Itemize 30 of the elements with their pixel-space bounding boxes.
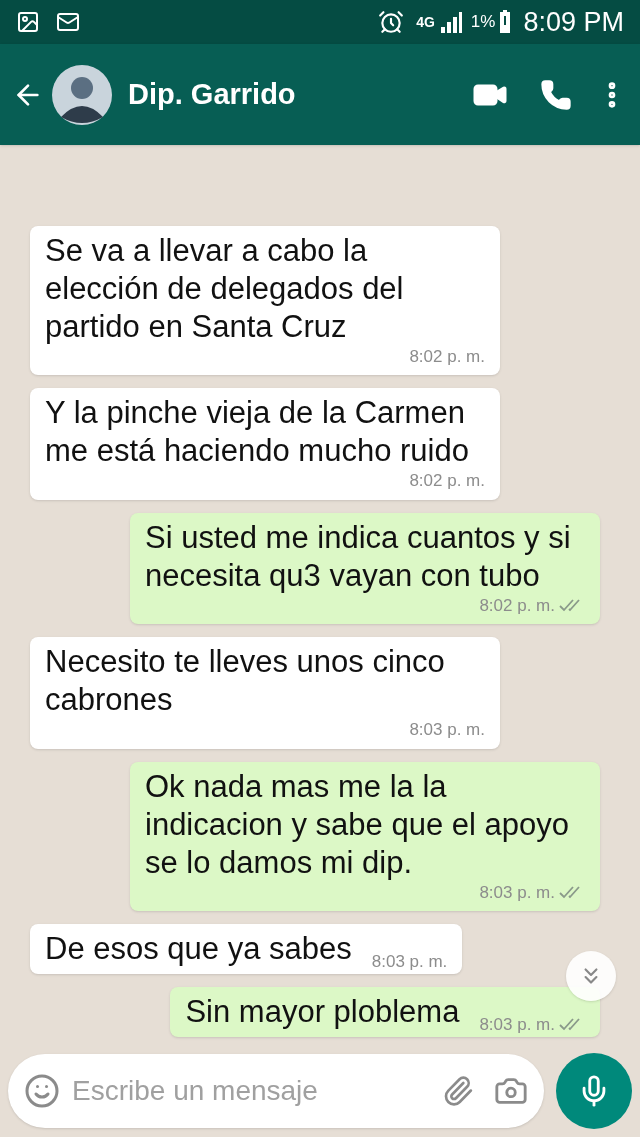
attach-icon[interactable] [442,1075,474,1107]
message-time: 8:02 p. m. [479,594,555,617]
message-text: Ok nada mas me la la indicacion y sabe que el apoyo se lo damos mi dip. [145,767,570,882]
contact-name[interactable]: Dip. Garrido [128,72,296,117]
message-time: 8:03 p. m. [409,719,485,741]
message-text: Si usted me indica cuantos y si necesita qu3 vayan con tubo [145,518,572,595]
message-field[interactable]: Escribe un mensaje [72,1070,434,1112]
battery-level: 1% [470,11,496,34]
message-text: Se va a llevar a cabo la elección de delegados del partido en Santa Cruz [45,231,405,346]
message-text: Y la pinche vieja de la Carmen me está haciendo mucho ruido [45,394,470,470]
message-text: Sin mayor ploblema [185,993,460,1031]
status-time: 8:09 PM [523,5,624,39]
alarm-icon [378,9,405,35]
battery-icon [499,10,512,34]
image-icon [16,10,40,34]
message-time: 8:02 p. m. [409,470,485,492]
message-text: De esos que ya sabes [45,930,352,968]
contact-avatar[interactable] [52,64,112,125]
message-input[interactable]: Escribe un mensaje [8,1054,544,1128]
message-time: 8:03 p. m. [371,950,448,973]
message-time: 8:02 p. m. [409,345,485,368]
message-time: 8:03 p. m. [479,881,555,904]
scroll-down-button[interactable] [566,951,616,1001]
emoji-icon[interactable] [24,1073,60,1109]
message-text: Necesito te lleves unos cinco cabrones [45,643,446,719]
network-type: 4G [416,12,435,32]
phone-icon[interactable] [540,78,572,111]
signal-icon [438,11,463,33]
mail-icon [56,10,80,34]
message-time: 8:03 p. m. [479,1013,555,1036]
